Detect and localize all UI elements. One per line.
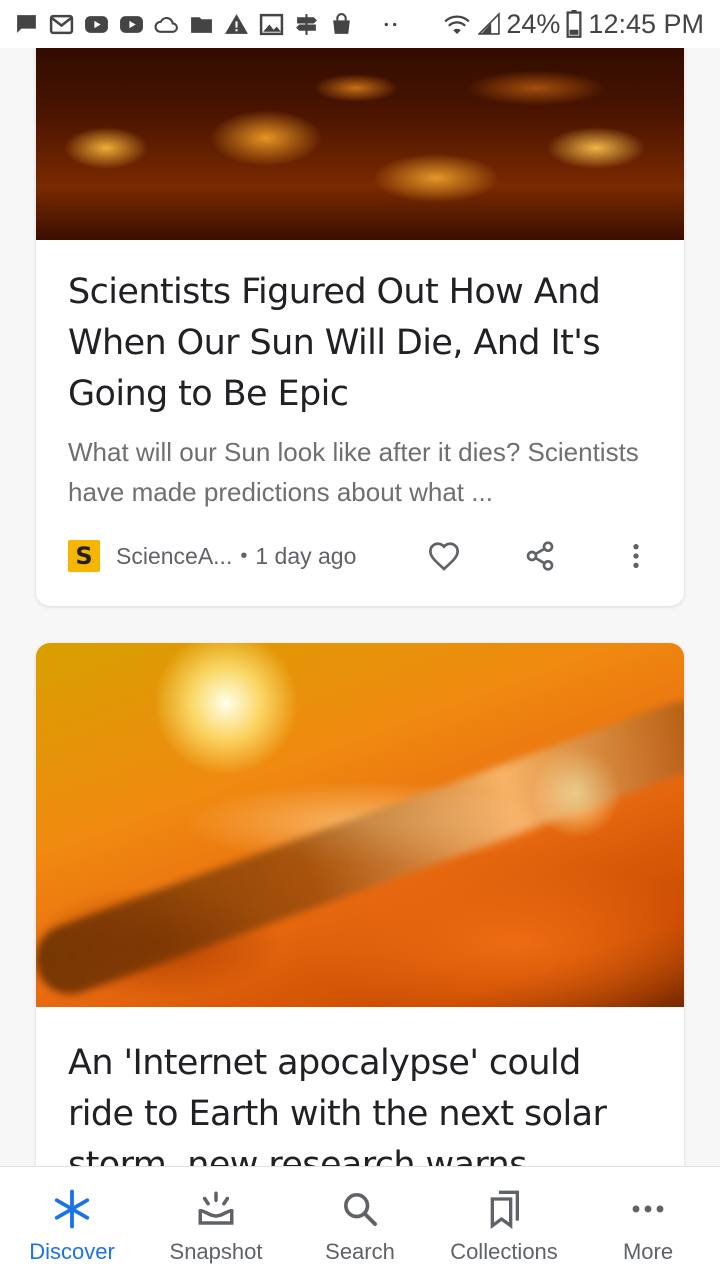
bottom-navigation: Discover Snapshot Search Collections Mor… bbox=[0, 1166, 720, 1280]
vertical-dots-icon bbox=[633, 543, 639, 569]
snapshot-icon bbox=[198, 1191, 234, 1225]
asterisk-discover-icon bbox=[54, 1189, 90, 1229]
nav-search[interactable]: Search bbox=[290, 1167, 430, 1265]
article-timestamp: 1 day ago bbox=[255, 542, 357, 569]
article-image[interactable] bbox=[36, 643, 684, 1007]
nav-more[interactable]: More bbox=[578, 1167, 718, 1265]
more-dots-icon bbox=[384, 22, 397, 26]
nav-search-label: Search bbox=[325, 1239, 395, 1264]
wifi-icon bbox=[444, 15, 471, 34]
discover-feed[interactable]: Scientists Figured Out How And When Our … bbox=[0, 48, 720, 1166]
like-button[interactable] bbox=[420, 534, 468, 578]
signpost-icon bbox=[296, 13, 317, 35]
battery-icon bbox=[566, 10, 582, 38]
article-image[interactable] bbox=[36, 48, 684, 240]
signal-icon bbox=[478, 12, 501, 35]
notification-icons bbox=[14, 12, 403, 37]
source-logo: S bbox=[68, 540, 100, 572]
nav-snapshot-label: Snapshot bbox=[169, 1239, 263, 1264]
heart-icon bbox=[428, 542, 460, 571]
article-headline[interactable]: Scientists Figured Out How And When Our … bbox=[68, 267, 652, 420]
warning-icon bbox=[225, 13, 248, 34]
youtube-icon bbox=[120, 15, 143, 33]
nav-collections[interactable]: Collections bbox=[434, 1167, 574, 1265]
nav-collections-label: Collections bbox=[450, 1239, 558, 1264]
nav-discover[interactable]: Discover bbox=[2, 1167, 142, 1265]
article-meta: S ScienceA... • 1 day ago bbox=[68, 534, 660, 578]
overflow-menu-button[interactable] bbox=[612, 534, 660, 578]
nav-discover-label: Discover bbox=[29, 1239, 115, 1264]
solar-filament-decoration bbox=[36, 691, 684, 1005]
separator-dot: • bbox=[240, 544, 248, 567]
cloud-icon bbox=[154, 16, 178, 33]
image-icon bbox=[259, 13, 284, 35]
article-card[interactable]: Scientists Figured Out How And When Our … bbox=[36, 48, 684, 606]
article-snippet[interactable]: What will our Sun look like after it die… bbox=[68, 432, 652, 512]
folder-icon bbox=[191, 16, 212, 33]
nav-more-label: More bbox=[622, 1239, 674, 1264]
search-icon bbox=[344, 1193, 377, 1226]
status-bar: 24% 12:45 PM bbox=[0, 0, 720, 48]
article-card[interactable]: An 'Internet apocalypse' could ride to E… bbox=[36, 643, 684, 1166]
share-icon bbox=[526, 541, 554, 571]
source-name[interactable]: ScienceA... bbox=[116, 543, 232, 570]
status-indicators: 24% 12:45 PM bbox=[442, 9, 704, 40]
message-icon bbox=[17, 14, 36, 33]
collections-bookmark-icon bbox=[490, 1190, 519, 1229]
email-icon bbox=[49, 14, 74, 34]
battery-percent: 24% bbox=[506, 8, 561, 39]
more-horizontal-icon bbox=[632, 1205, 664, 1213]
nav-snapshot[interactable]: Snapshot bbox=[146, 1167, 286, 1265]
article-headline[interactable]: An 'Internet apocalypse' could ride to E… bbox=[68, 1038, 652, 1166]
share-button[interactable] bbox=[516, 534, 564, 578]
youtube-icon bbox=[85, 15, 108, 33]
shopping-bag-icon bbox=[333, 12, 350, 34]
clock: 12:45 PM bbox=[588, 8, 704, 39]
